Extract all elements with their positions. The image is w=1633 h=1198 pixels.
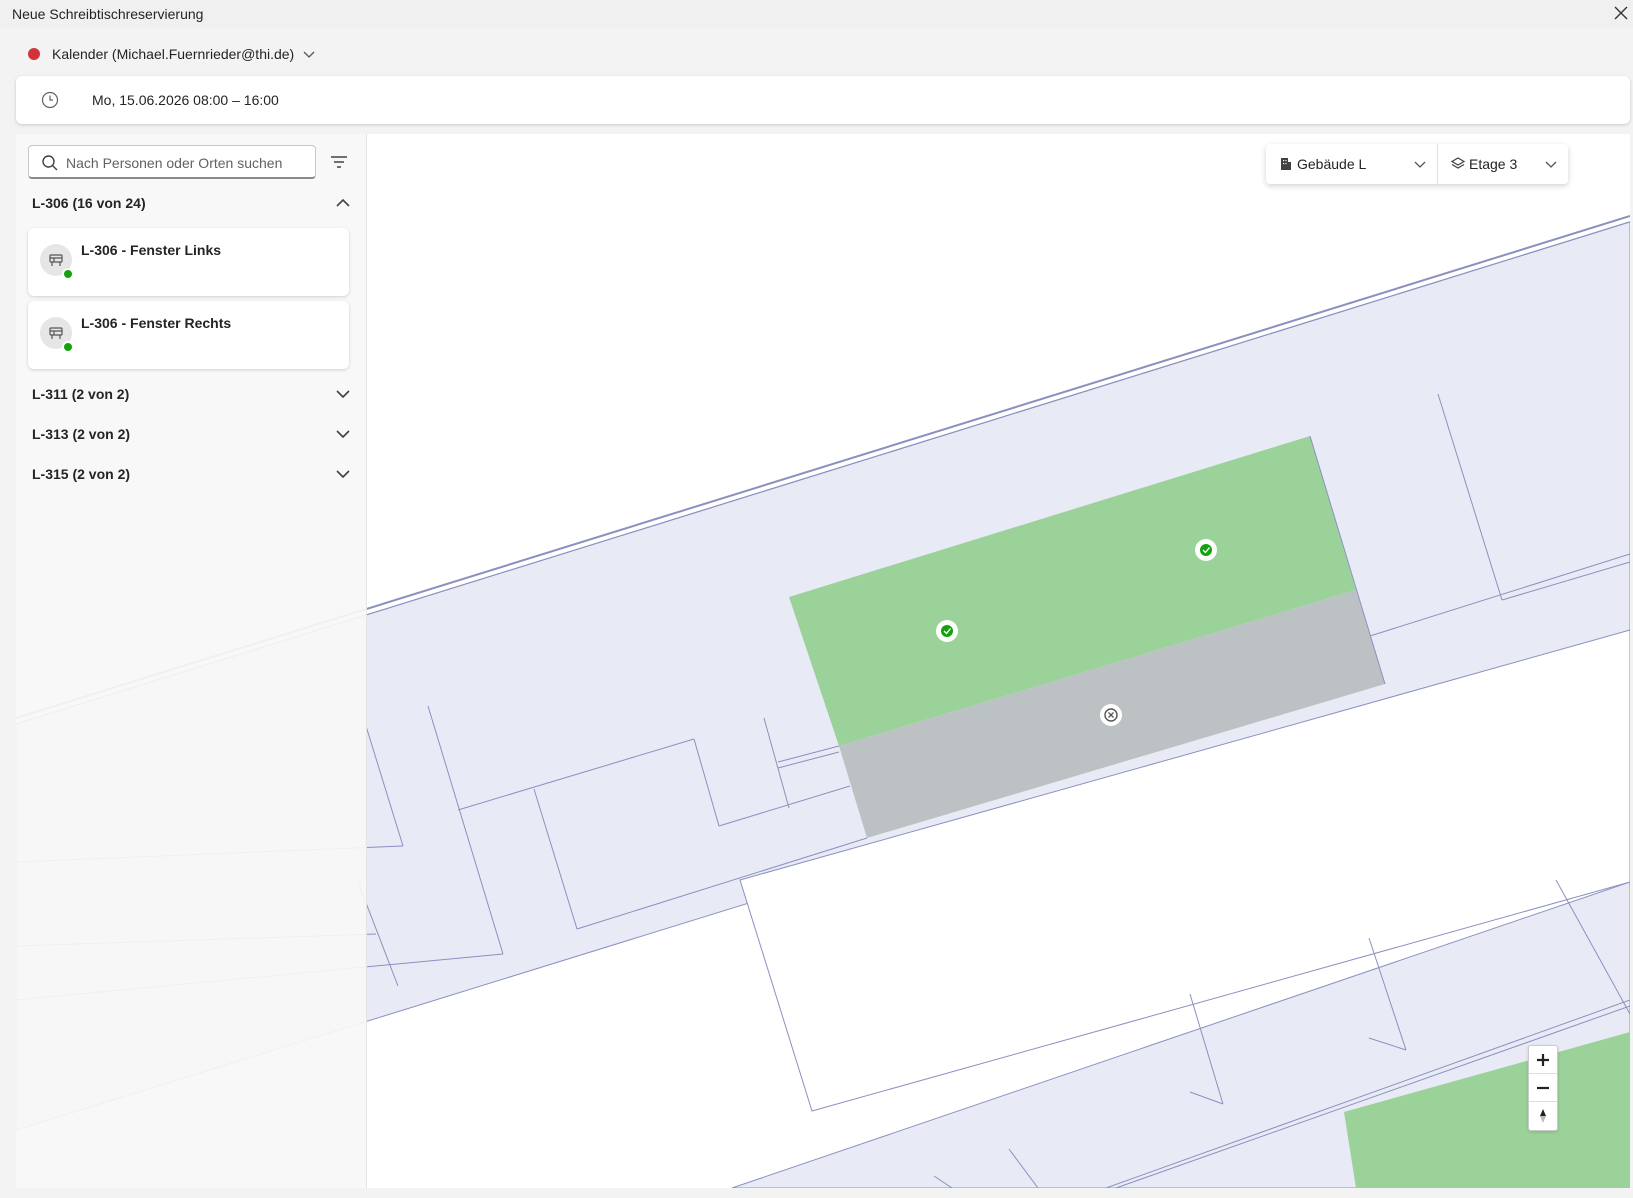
chevron-up-icon <box>336 198 350 207</box>
time-value: Mo, 15.06.2026 08:00 – 16:00 <box>92 92 279 108</box>
title-bar: Neue Schreibtischreservierung <box>0 0 1633 28</box>
desk-label: L-306 - Fenster Rechts <box>81 315 232 331</box>
group-label: L-315 (2 von 2) <box>32 466 131 482</box>
desk-icon <box>49 254 63 266</box>
floor-label: Etage 3 <box>1469 156 1518 172</box>
calendar-selector[interactable]: Kalender (Michael.Fuernrieder@thi.de) <box>28 44 316 64</box>
window-title: Neue Schreibtischreservierung <box>12 6 204 22</box>
chevron-down-icon <box>1414 161 1426 168</box>
zoom-in-button[interactable] <box>1529 1046 1557 1074</box>
chevron-down-icon <box>303 51 315 58</box>
sidebar: Nach Personen oder Orten suchen L-306 (1… <box>16 134 367 1188</box>
time-field[interactable]: Mo, 15.06.2026 08:00 – 16:00 <box>16 76 1630 124</box>
group-label: L-311 (2 von 2) <box>32 386 130 402</box>
zoom-controls <box>1528 1045 1558 1131</box>
building-icon <box>1281 158 1291 170</box>
group-header-l311[interactable]: L-311 (2 von 2) <box>32 380 352 408</box>
group-label: L-313 (2 von 2) <box>32 426 131 442</box>
filter-icon[interactable] <box>328 151 350 173</box>
plus-icon <box>1537 1054 1549 1066</box>
chevron-down-icon <box>336 390 350 399</box>
seat-occupied-marker[interactable] <box>1100 704 1122 726</box>
building-label: Gebäude L <box>1297 156 1367 172</box>
layers-icon <box>1450 157 1466 169</box>
minus-icon <box>1537 1086 1549 1090</box>
floor-dropdown[interactable]: Etage 3 <box>1438 144 1568 184</box>
compass-button[interactable] <box>1529 1102 1557 1130</box>
group-header-l306[interactable]: L-306 (16 von 24) <box>32 189 352 217</box>
seat-available-marker[interactable] <box>936 620 958 642</box>
desk-icon <box>49 327 63 339</box>
chevron-down-icon <box>336 470 350 479</box>
clock-icon <box>41 91 59 109</box>
status-available-badge <box>62 341 74 353</box>
chevron-down-icon <box>336 430 350 439</box>
desk-card[interactable]: L-306 - Fenster Links <box>28 228 349 296</box>
search-input[interactable]: Nach Personen oder Orten suchen <box>28 145 316 179</box>
desk-label: L-306 - Fenster Links <box>81 242 222 258</box>
group-label: L-306 (16 von 24) <box>32 195 146 211</box>
calendar-color-dot <box>28 48 40 60</box>
seat-available-marker[interactable] <box>1195 539 1217 561</box>
desk-card[interactable]: L-306 - Fenster Rechts <box>28 301 349 369</box>
location-selector: Gebäude L Etage 3 <box>1266 144 1568 184</box>
building-dropdown[interactable]: Gebäude L <box>1266 144 1438 184</box>
compass-icon <box>1540 1109 1546 1123</box>
search-placeholder: Nach Personen oder Orten suchen <box>66 155 283 171</box>
chevron-down-icon <box>1545 161 1557 168</box>
calendar-label: Kalender (Michael.Fuernrieder@thi.de) <box>52 46 295 62</box>
close-icon[interactable] <box>1611 3 1631 23</box>
zoom-out-button[interactable] <box>1529 1074 1557 1102</box>
search-icon <box>42 155 58 171</box>
group-header-l313[interactable]: L-313 (2 von 2) <box>32 420 352 448</box>
status-available-badge <box>62 268 74 280</box>
group-header-l315[interactable]: L-315 (2 von 2) <box>32 460 352 488</box>
main-content: Nach Personen oder Orten suchen L-306 (1… <box>16 134 1630 1188</box>
